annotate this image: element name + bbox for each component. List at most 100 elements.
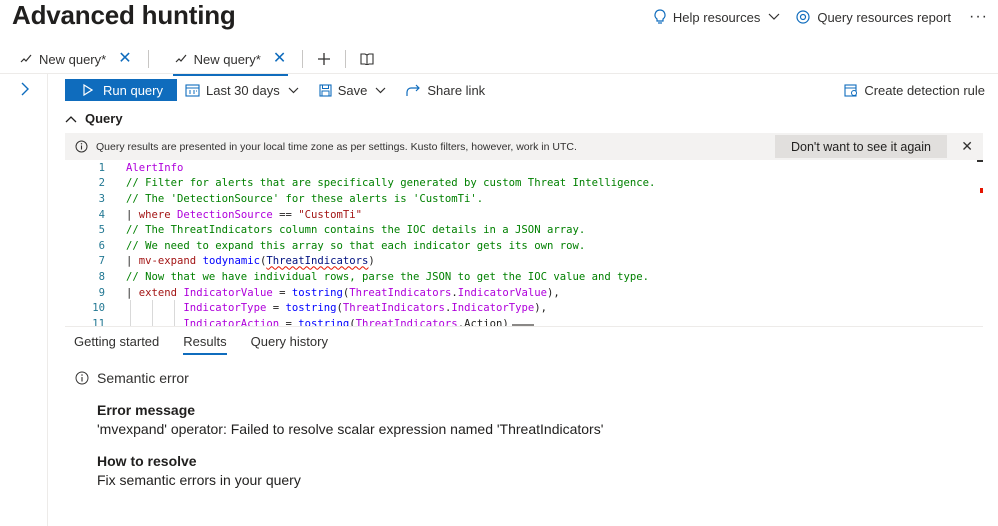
- share-icon: [406, 84, 421, 96]
- time-range-dropdown[interactable]: Last 30 days: [185, 83, 305, 98]
- pen-icon: [20, 54, 32, 63]
- code-text: IndicatorType = tostring(ThreatIndicator…: [183, 302, 548, 315]
- tab-divider: [345, 50, 347, 68]
- share-link-label: Share link: [427, 82, 486, 98]
- more-options-button[interactable]: ···: [969, 8, 988, 26]
- line-number: 8: [98, 270, 105, 283]
- code-text: | mv-expand todynamic(ThreatIndicators): [126, 255, 375, 268]
- chevron-down-icon: [375, 87, 386, 93]
- line-number: 10: [92, 302, 105, 315]
- code-line: 8 // Now that we have individual rows, p…: [65, 269, 649, 285]
- left-rail: [0, 74, 48, 526]
- help-resources-label: Help resources: [672, 9, 761, 25]
- line-number: 7: [98, 255, 105, 268]
- query-editor[interactable]: 1 AlertInfo 2 // Filter for alerts that …: [65, 160, 983, 326]
- query-tab-label: New query*: [193, 51, 261, 67]
- line-number: 9: [98, 286, 105, 299]
- code-line: 11 IndicatorAction = tostring(ThreatIndi…: [65, 316, 509, 326]
- line-number: 4: [98, 208, 105, 221]
- info-icon: [75, 371, 89, 385]
- code-text: // Filter for alerts that are specifical…: [126, 177, 656, 190]
- save-icon: [319, 83, 332, 97]
- code-line: 2 // Filter for alerts that are specific…: [65, 176, 656, 192]
- info-icon: [75, 140, 88, 153]
- error-message-label: Error message: [97, 402, 196, 418]
- add-tab-button[interactable]: [309, 44, 339, 74]
- code-line: 3 // The 'DetectionSource' for these ale…: [65, 191, 484, 207]
- tabs-divider: [0, 73, 998, 74]
- tab-getting-started[interactable]: Getting started: [74, 334, 159, 355]
- close-icon[interactable]: ✕: [118, 51, 131, 67]
- query-resources-report-label: Query resources report: [817, 9, 952, 25]
- book-icon: [360, 53, 374, 65]
- info-message: Query results are presented in your loca…: [96, 140, 577, 153]
- code-text: AlertInfo: [126, 161, 184, 174]
- code-text: // The ThreatIndicators column contains …: [126, 224, 586, 237]
- create-detection-rule-label: Create detection rule: [864, 82, 985, 98]
- error-heading-text: Semantic error: [97, 370, 189, 386]
- line-number: 2: [98, 177, 105, 190]
- timezone-info-bar: Query results are presented in your loca…: [65, 133, 983, 160]
- code-line: 4 | where DetectionSource == "CustomTi": [65, 207, 362, 223]
- run-query-button[interactable]: Run query: [65, 79, 177, 101]
- result-tabs: Getting started Results Query history: [74, 334, 352, 355]
- how-to-resolve-text: Fix semantic errors in your query: [97, 472, 301, 488]
- tab-results[interactable]: Results: [183, 334, 228, 355]
- query-resources-report-button[interactable]: Query resources report: [796, 10, 951, 25]
- line-number: 11: [92, 317, 105, 326]
- tab-divider: [302, 50, 304, 68]
- code-text: // The 'DetectionSource' for these alert…: [126, 192, 484, 205]
- chevron-down-icon: [768, 13, 780, 20]
- help-resources-button[interactable]: Help resources: [653, 9, 780, 25]
- overview-ruler-mark: [977, 160, 983, 162]
- lightbulb-icon: [654, 9, 666, 24]
- save-dropdown[interactable]: Save: [319, 83, 393, 98]
- code-text: IndicatorAction = tostring(ThreatIndicat…: [183, 317, 509, 326]
- query-tab[interactable]: New query* ✕: [0, 44, 142, 74]
- code-line: 6 // We need to expand this array so tha…: [65, 238, 586, 254]
- code-line: 5 // The ThreatIndicators column contain…: [65, 222, 586, 238]
- chevron-right-icon[interactable]: [20, 82, 30, 96]
- page-title: Advanced hunting: [12, 0, 236, 30]
- close-icon[interactable]: ✕: [273, 51, 286, 67]
- code-text: // Now that we have individual rows, par…: [126, 270, 649, 283]
- top-actions: Help resources Query resources report ··…: [637, 8, 988, 26]
- code-text: // We need to expand this array so that …: [126, 239, 586, 252]
- chevron-up-icon: [65, 115, 77, 122]
- query-toolbar: Run query Last 30 days Save Share link C…: [65, 79, 985, 101]
- editor-divider: [65, 326, 983, 327]
- tab-query-history[interactable]: Query history: [251, 334, 328, 355]
- code-line: 1 AlertInfo: [65, 160, 184, 176]
- code-text: | where DetectionSource == "CustomTi": [126, 208, 363, 221]
- error-heading: Semantic error: [75, 370, 189, 386]
- detection-rule-icon: [844, 84, 858, 97]
- query-tabs: New query* ✕ New query* ✕: [0, 44, 998, 76]
- run-query-label: Run query: [103, 82, 163, 98]
- error-ruler-mark: [980, 188, 983, 193]
- close-icon[interactable]: ✕: [961, 138, 973, 155]
- how-to-resolve-label: How to resolve: [97, 453, 197, 469]
- create-detection-rule-button[interactable]: Create detection rule: [844, 83, 985, 98]
- tab-divider: [147, 50, 149, 68]
- query-section-title: Query: [85, 111, 123, 126]
- code-text: | extend IndicatorValue = tostring(Threa…: [126, 286, 560, 299]
- dismiss-button[interactable]: Don't want to see it again: [775, 135, 947, 158]
- line-number: 5: [98, 224, 105, 237]
- calendar-icon: [185, 84, 200, 97]
- chevron-down-icon: [288, 87, 299, 93]
- play-icon: [83, 84, 93, 96]
- query-section-toggle[interactable]: Query: [65, 111, 123, 126]
- share-link-button[interactable]: Share link: [406, 83, 485, 98]
- plus-icon: [318, 53, 331, 65]
- code-line: 10 IndicatorType = tostring(ThreatIndica…: [65, 300, 547, 316]
- query-tab-label: New query*: [39, 51, 107, 67]
- line-number: 3: [98, 192, 105, 205]
- report-icon: [796, 9, 810, 24]
- schema-button[interactable]: [352, 44, 382, 74]
- time-range-label: Last 30 days: [206, 82, 280, 98]
- code-line: 9 | extend IndicatorValue = tostring(Thr…: [65, 285, 560, 301]
- code-line: 7 | mv-expand todynamic(ThreatIndicators…: [65, 254, 375, 270]
- query-tab-active[interactable]: New query* ✕: [155, 44, 297, 76]
- save-label: Save: [337, 82, 368, 98]
- line-number: 6: [98, 239, 105, 252]
